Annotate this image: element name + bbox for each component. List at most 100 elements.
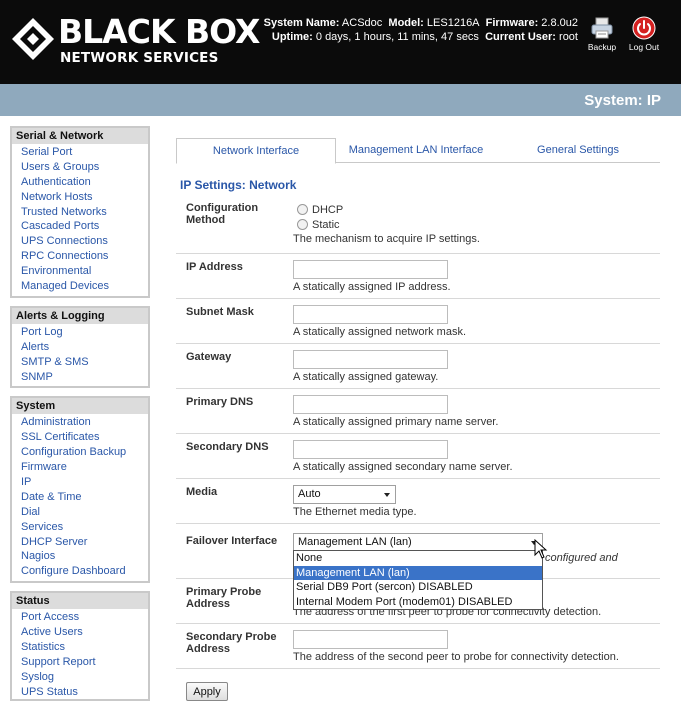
tab-network-interface[interactable]: Network Interface — [176, 138, 336, 164]
secondary-dns-input[interactable] — [293, 440, 448, 459]
section-title: IP Settings: Network — [180, 178, 297, 192]
sidebar-item-environmental[interactable]: Environmental — [21, 265, 91, 277]
secondary-probe-help: The address of the second peer to probe … — [293, 651, 619, 663]
row-primary-dns: Primary DNS A statically assigned primar… — [176, 389, 660, 434]
dhcp-label: DHCP — [312, 204, 344, 216]
row-subnet-mask: Subnet Mask A statically assigned networ… — [176, 299, 660, 344]
failover-option-serial-db9[interactable]: Serial DB9 Port (sercon) DISABLED — [294, 580, 542, 595]
uptime-value: 0 days, 1 hours, 11 mins, 47 secs — [315, 31, 479, 43]
backup-button[interactable]: Backup — [580, 16, 624, 52]
sidebar-item-ssl-certificates[interactable]: SSL Certificates — [21, 431, 99, 443]
sidebar-group-alerts-logging: Alerts & Logging Port Log Alerts SMTP & … — [10, 305, 150, 389]
gateway-input[interactable] — [293, 350, 448, 369]
sidebar-item-authentication[interactable]: Authentication — [21, 176, 91, 188]
title-band: System: IP — [0, 84, 681, 116]
secondary-dns-help: A statically assigned secondary name ser… — [293, 461, 513, 473]
subnet-mask-field: A statically assigned network mask. — [293, 305, 466, 338]
sidebar-item-port-access[interactable]: Port Access — [21, 611, 79, 623]
media-select[interactable]: Auto — [293, 485, 396, 504]
sidebar-group-serial-network: Serial & Network Serial Port Users & Gro… — [10, 126, 150, 298]
sidebar-item-support-report[interactable]: Support Report — [21, 656, 96, 668]
subnet-mask-label: Subnet Mask — [186, 306, 254, 318]
static-label: Static — [312, 219, 340, 231]
sidebar-item-configuration-backup[interactable]: Configuration Backup — [21, 446, 126, 458]
static-option[interactable]: Static — [293, 218, 480, 233]
sidebar-item-cascaded-ports[interactable]: Cascaded Ports — [21, 220, 99, 232]
logout-label: Log Out — [628, 42, 660, 52]
row-media: Media Auto The Ethernet media type. — [176, 479, 660, 524]
dhcp-radio[interactable] — [297, 204, 308, 215]
subnet-mask-input[interactable] — [293, 305, 448, 324]
sidebar-group-title: System — [12, 398, 148, 415]
failover-option-management-lan[interactable]: Management LAN (lan) — [294, 565, 542, 580]
sidebar-item-port-log[interactable]: Port Log — [21, 326, 63, 338]
sidebar-item-ups-status[interactable]: UPS Status — [21, 686, 78, 698]
configuration-method-field: DHCP Static The mechanism to acquire IP … — [293, 203, 480, 245]
sidebar-item-serial-port[interactable]: Serial Port — [21, 146, 72, 158]
apply-button[interactable]: Apply — [186, 682, 228, 701]
sidebar-item-snmp[interactable]: SNMP — [21, 371, 53, 383]
sidebar-item-date-time[interactable]: Date & Time — [21, 491, 82, 503]
current-user-value: root — [559, 31, 578, 43]
failover-dropdown-list: None Management LAN (lan) Serial DB9 Por… — [293, 550, 543, 610]
current-user-label: Current User: — [485, 31, 556, 43]
failover-option-none[interactable]: None — [294, 551, 542, 566]
primary-probe-label: Primary Probe Address — [186, 586, 262, 610]
mouse-cursor-icon — [534, 539, 548, 559]
primary-dns-field: A statically assigned primary name serve… — [293, 395, 498, 428]
configuration-method-help: The mechanism to acquire IP settings. — [293, 233, 480, 245]
ip-address-input[interactable] — [293, 260, 448, 279]
primary-dns-input[interactable] — [293, 395, 448, 414]
sidebar-group-title: Alerts & Logging — [12, 307, 148, 324]
sidebar-item-ip[interactable]: IP — [21, 476, 31, 488]
logout-button[interactable]: Log Out — [622, 16, 666, 52]
media-select-value: Auto — [298, 488, 321, 500]
media-field: Auto The Ethernet media type. — [293, 485, 417, 518]
gateway-label: Gateway — [186, 351, 232, 363]
gateway-help: A statically assigned gateway. — [293, 371, 439, 383]
secondary-probe-label: Secondary Probe Address — [186, 631, 277, 655]
system-info-line-2: Uptime: 0 days, 1 hours, 11 mins, 47 sec… — [258, 30, 578, 44]
sidebar-item-users-groups[interactable]: Users & Groups — [21, 161, 99, 173]
secondary-probe-field: The address of the second peer to probe … — [293, 630, 619, 663]
sidebar-item-administration[interactable]: Administration — [21, 416, 91, 428]
tab-bar: Network Interface Management LAN Interfa… — [176, 138, 660, 164]
sidebar-item-syslog[interactable]: Syslog — [21, 671, 54, 683]
sidebar-item-statistics[interactable]: Statistics — [21, 641, 65, 653]
sidebar-group-title: Serial & Network — [12, 128, 148, 144]
sidebar-group-title: Status — [12, 593, 148, 610]
gateway-field: A statically assigned gateway. — [293, 350, 448, 383]
sidebar-item-dhcp-server[interactable]: DHCP Server — [21, 536, 87, 548]
sidebar-item-managed-devices[interactable]: Managed Devices — [21, 280, 109, 292]
ip-address-help: A statically assigned IP address. — [293, 281, 451, 293]
sidebar-item-configure-dashboard[interactable]: Configure Dashboard — [21, 565, 126, 577]
printer-icon — [591, 17, 613, 39]
sidebar-item-alerts[interactable]: Alerts — [21, 341, 49, 353]
sidebar-item-smtp-sms[interactable]: SMTP & SMS — [21, 356, 89, 368]
static-radio[interactable] — [297, 219, 308, 230]
header-bar: BLACK BOX NETWORK SERVICES System Name: … — [0, 0, 681, 84]
tab-management-lan-interface[interactable]: Management LAN Interface — [336, 138, 496, 163]
sidebar-item-dial[interactable]: Dial — [21, 506, 40, 518]
failover-help: configured and — [545, 552, 618, 564]
system-info: System Name: ACSdoc Model: LES1216A Firm… — [258, 16, 578, 44]
system-name-value: ACSdoc — [341, 17, 383, 29]
system-info-line-1: System Name: ACSdoc Model: LES1216A Firm… — [258, 16, 578, 30]
tab-general-settings[interactable]: General Settings — [496, 138, 660, 163]
secondary-probe-input[interactable] — [293, 630, 448, 649]
sidebar-item-trusted-networks[interactable]: Trusted Networks — [21, 206, 107, 218]
sidebar-item-nagios[interactable]: Nagios — [21, 550, 55, 562]
failover-option-internal-modem[interactable]: Internal Modem Port (modem01) DISABLED — [294, 595, 542, 610]
model-value: LES1216A — [426, 17, 480, 29]
sidebar-item-rpc-connections[interactable]: RPC Connections — [21, 250, 108, 262]
ip-address-field: A statically assigned IP address. — [293, 260, 451, 293]
media-label: Media — [186, 486, 218, 498]
sidebar-item-ups-connections[interactable]: UPS Connections — [21, 235, 108, 247]
sidebar-item-firmware[interactable]: Firmware — [21, 461, 67, 473]
sidebar-item-network-hosts[interactable]: Network Hosts — [21, 191, 93, 203]
sidebar-item-active-users[interactable]: Active Users — [21, 626, 83, 638]
sidebar-item-services[interactable]: Services — [21, 521, 63, 533]
dhcp-option[interactable]: DHCP — [293, 203, 480, 218]
primary-dns-label: Primary DNS — [186, 396, 254, 408]
failover-interface-label: Failover Interface — [186, 535, 278, 547]
